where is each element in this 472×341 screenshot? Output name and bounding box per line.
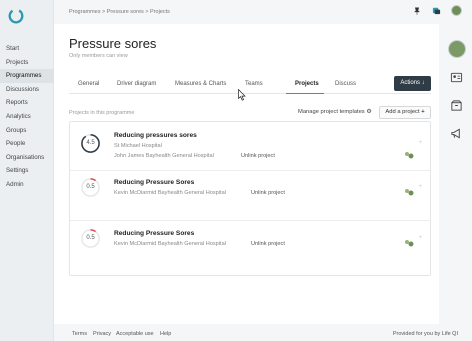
lifeqi-logo-icon[interactable] <box>7 7 25 25</box>
footer-link-terms[interactable]: Terms <box>72 331 87 337</box>
footer: Terms Privacy Acceptable use Help Provid… <box>54 324 472 341</box>
sidebar-item-discussions[interactable]: Discussions <box>0 83 54 97</box>
sidebar-item-settings[interactable]: Settings <box>0 164 54 178</box>
project-card: 0.5 Reducing Pressure Sores Kevin McDiar… <box>70 221 430 275</box>
sidebar-nav: Start Projects Programmes Discussions Re… <box>0 42 54 192</box>
project-list: 4.5 Reducing pressures sores St Michael … <box>69 121 431 276</box>
gear-icon: ⚙ <box>366 109 372 115</box>
sidebar-item-start[interactable]: Start <box>0 42 54 56</box>
breadcrumb-projects: Projects <box>150 9 170 15</box>
manage-templates-label: Manage project templates <box>298 109 365 115</box>
unlink-project-link[interactable]: Unlink project <box>241 153 275 159</box>
project-score: 4.5 <box>86 140 95 146</box>
unlink-project-link[interactable]: Unlink project <box>251 190 285 196</box>
sidebar-item-programmes[interactable]: Programmes <box>0 69 54 83</box>
expand-icon[interactable]: + <box>418 235 422 241</box>
project-score: 0.5 <box>86 235 95 241</box>
tab-bar: General Driver diagram Measures & Charts… <box>69 74 431 94</box>
project-members-icon <box>405 240 414 247</box>
sidebar-item-organisations[interactable]: Organisations <box>0 151 54 165</box>
card-icon[interactable] <box>446 66 468 88</box>
tab-measures-charts[interactable]: Measures & Charts <box>175 81 226 87</box>
add-project-button[interactable]: Add a project + <box>379 106 431 119</box>
unlink-project-link[interactable]: Unlink project <box>251 241 285 247</box>
notifications-icon[interactable] <box>431 5 442 16</box>
breadcrumb-programmes[interactable]: Programmes <box>69 9 100 15</box>
active-tab-indicator <box>286 92 324 94</box>
sidebar-item-admin[interactable]: Admin <box>0 178 54 192</box>
sidebar-item-analytics[interactable]: Analytics <box>0 110 54 124</box>
footer-link-help[interactable]: Help <box>160 331 171 337</box>
project-people: John James Bayhealth General Hospital <box>114 153 214 159</box>
actions-button[interactable]: Actions ↓ <box>394 76 431 91</box>
sidebar-item-groups[interactable]: Groups <box>0 124 54 138</box>
tab-teams[interactable]: Teams <box>245 81 263 87</box>
page-title: Pressure sores <box>69 36 157 51</box>
arrow-down-icon: ↓ <box>421 80 425 86</box>
mouse-cursor-icon <box>238 89 246 101</box>
breadcrumb-separator: > <box>102 9 106 15</box>
project-title[interactable]: Reducing pressures sores <box>114 132 197 139</box>
sidebar-item-projects[interactable]: Projects <box>0 56 54 70</box>
sidebar: Start Projects Programmes Discussions Re… <box>0 0 54 341</box>
manage-project-templates-link[interactable]: Manage project templates ⚙ <box>298 109 372 115</box>
breadcrumb: Programmes > Pressure sores > Projects <box>69 9 170 15</box>
project-card: 4.5 Reducing pressures sores St Michael … <box>70 122 430 171</box>
topbar: Programmes > Pressure sores > Projects <box>54 0 472 24</box>
pin-icon[interactable] <box>411 5 422 16</box>
footer-provided-by: Provided for you by Life QI <box>392 331 458 337</box>
rail-user-avatar[interactable] <box>446 38 468 60</box>
expand-icon[interactable]: + <box>418 140 422 146</box>
project-title[interactable]: Reducing Pressure Sores <box>114 179 194 186</box>
project-members-icon <box>405 189 414 196</box>
plus-icon: + <box>421 109 425 115</box>
actions-button-label: Actions <box>400 80 420 86</box>
box-icon[interactable] <box>446 94 468 116</box>
add-project-label: Add a project <box>385 109 420 115</box>
footer-link-privacy[interactable]: Privacy <box>93 331 111 337</box>
tab-discuss[interactable]: Discuss <box>335 81 356 87</box>
right-rail <box>441 38 472 150</box>
project-organisation: St Michael Hospital <box>114 143 162 149</box>
user-avatar[interactable] <box>451 5 462 16</box>
project-title[interactable]: Reducing Pressure Sores <box>114 230 194 237</box>
project-people: Kevin McDiarmid Bayhealth General Hospit… <box>114 190 226 196</box>
tab-projects[interactable]: Projects <box>295 81 319 87</box>
project-people: Kevin McDiarmid Bayhealth General Hospit… <box>114 241 226 247</box>
topbar-icons <box>411 5 462 16</box>
project-card: 0.5 Reducing Pressure Sores Kevin McDiar… <box>70 171 430 221</box>
projects-section-label: Projects in this programme <box>69 110 135 116</box>
sidebar-item-reports[interactable]: Reports <box>0 96 54 110</box>
project-members-icon <box>405 152 414 159</box>
breadcrumb-pressure-sores[interactable]: Pressure sores <box>107 9 144 15</box>
tab-driver-diagram[interactable]: Driver diagram <box>117 81 156 87</box>
user-avatar <box>447 40 466 58</box>
breadcrumb-separator: > <box>145 9 149 15</box>
main-content: Pressure sores Only members can view Gen… <box>54 24 439 324</box>
footer-link-acceptable-use[interactable]: Acceptable use <box>116 331 154 337</box>
expand-icon[interactable]: + <box>418 184 422 190</box>
project-score: 0.5 <box>86 184 95 190</box>
megaphone-icon[interactable] <box>446 122 468 144</box>
tab-general[interactable]: General <box>78 81 99 87</box>
page-subtitle: Only members can view <box>69 53 128 59</box>
sidebar-item-people[interactable]: People <box>0 137 54 151</box>
